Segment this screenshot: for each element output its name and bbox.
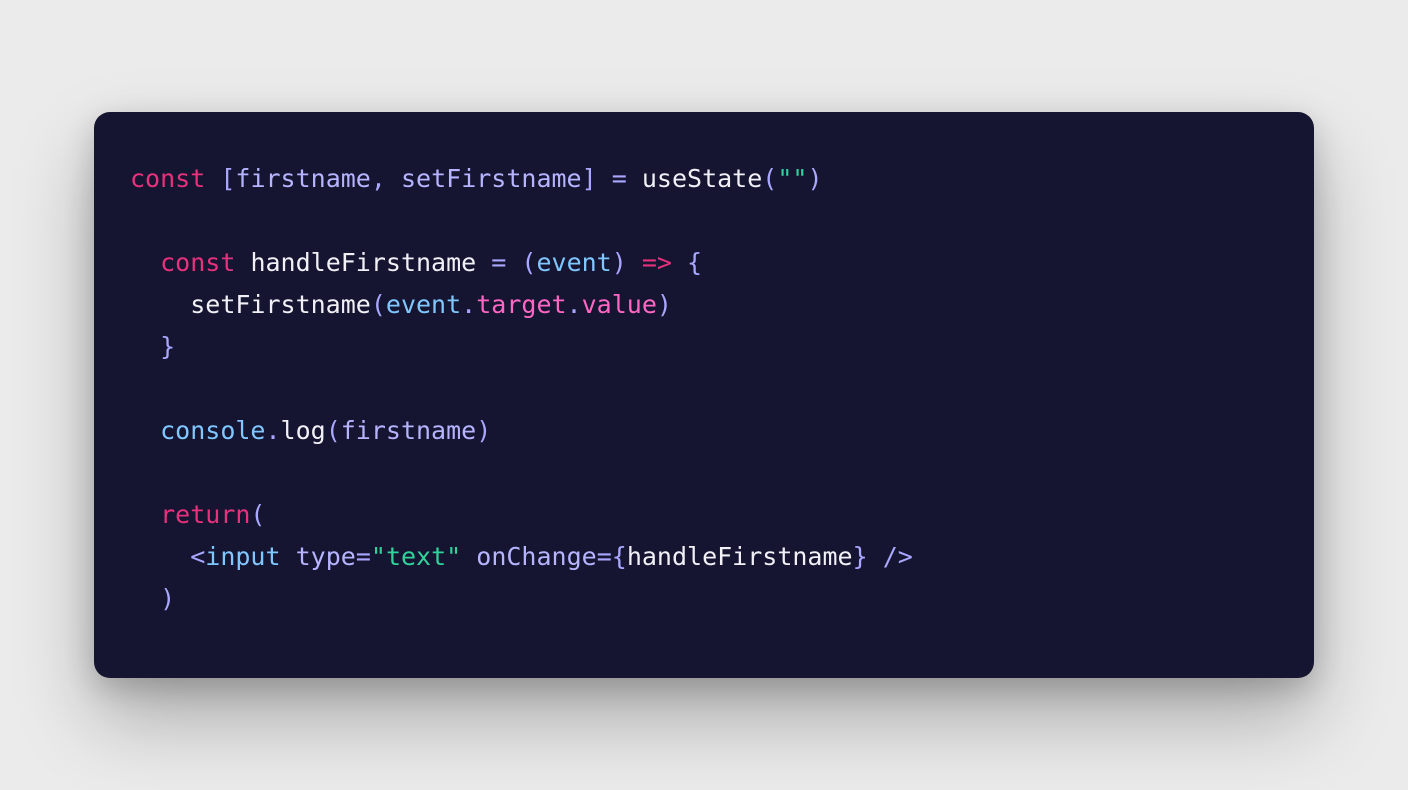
ident-setfirstname: setFirstname [401, 164, 582, 193]
string-text: "text" [371, 542, 461, 571]
equals: = [356, 542, 371, 571]
keyword-return: return [160, 500, 250, 529]
prop-target: target [476, 290, 566, 319]
paren-close: ) [657, 290, 672, 319]
indent [130, 416, 160, 445]
string-empty: "" [777, 164, 807, 193]
paren-open: ( [521, 248, 536, 277]
obj-event: event [386, 290, 461, 319]
keyword-const: const [160, 248, 235, 277]
indent [130, 584, 160, 613]
bracket-open: [ [220, 164, 235, 193]
paren-open: ( [762, 164, 777, 193]
arrow: => [642, 248, 672, 277]
dot: . [265, 416, 280, 445]
jsx-expr-close: } [853, 542, 868, 571]
indent [130, 290, 190, 319]
jsx-tag-input: input [205, 542, 280, 571]
comma: , [371, 164, 386, 193]
paren-open: ( [250, 500, 265, 529]
equals: = [597, 542, 612, 571]
param-event: event [536, 248, 611, 277]
jsx-expr-open: { [612, 542, 627, 571]
obj-console: console [160, 416, 265, 445]
paren-close: ) [476, 416, 491, 445]
paren-close: ) [612, 248, 627, 277]
equals: = [612, 164, 627, 193]
arg-firstname: firstname [341, 416, 476, 445]
equals: = [491, 248, 506, 277]
indent [130, 332, 160, 361]
brace-close: } [160, 332, 175, 361]
dot: . [461, 290, 476, 319]
jsx-selfclose: /> [868, 542, 913, 571]
ident-handlefirstname: handleFirstname [250, 248, 476, 277]
fn-usestate: useState [642, 164, 762, 193]
paren-open: ( [371, 290, 386, 319]
indent [130, 542, 190, 571]
jsx-lt: < [190, 542, 205, 571]
ident-handlefirstname: handleFirstname [627, 542, 853, 571]
paren-close: ) [807, 164, 822, 193]
jsx-attr-onchange: onChange [476, 542, 596, 571]
brace-open: { [687, 248, 702, 277]
paren-open: ( [326, 416, 341, 445]
code-block: const [firstname, setFirstname] = useSta… [130, 158, 1278, 620]
bracket-close: ] [582, 164, 597, 193]
indent [130, 500, 160, 529]
fn-log: log [281, 416, 326, 445]
keyword-const: const [130, 164, 205, 193]
indent [130, 248, 160, 277]
prop-value: value [582, 290, 657, 319]
dot: . [567, 290, 582, 319]
fn-setfirstname: setFirstname [190, 290, 371, 319]
jsx-attr-type: type [296, 542, 356, 571]
ident-firstname: firstname [235, 164, 370, 193]
paren-close: ) [160, 584, 175, 613]
code-card: const [firstname, setFirstname] = useSta… [94, 112, 1314, 678]
